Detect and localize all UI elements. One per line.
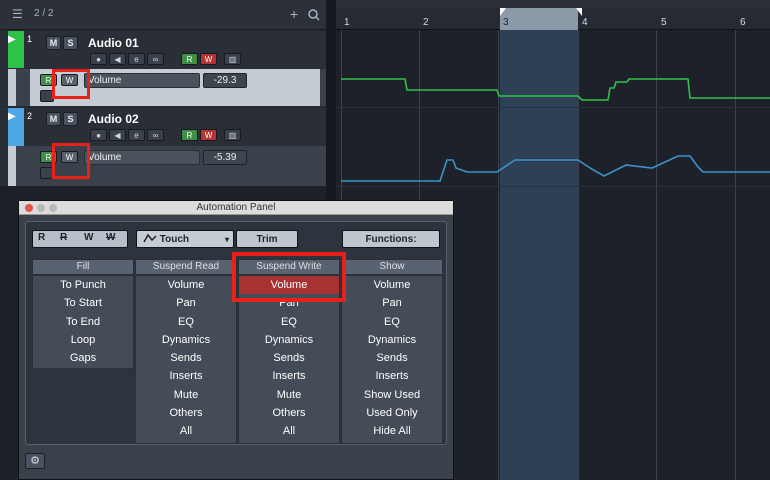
show-pan[interactable]: Pan: [342, 294, 442, 312]
suspend-read-dynamics[interactable]: Dynamics: [136, 331, 236, 349]
write-all-button[interactable]: W: [84, 232, 93, 243]
touch-mode-icon: [143, 233, 157, 243]
suspend-read-column: Suspend Read Volume Pan EQ Dynamics Send…: [135, 259, 237, 444]
suspend-read-pan[interactable]: Pan: [136, 294, 236, 312]
automation-mode-dropdown[interactable]: Touch ▾: [136, 230, 234, 248]
suspend-write-dynamics[interactable]: Dynamics: [239, 331, 339, 349]
fill-to-end[interactable]: To End: [33, 313, 133, 331]
suspend-write-inserts[interactable]: Inserts: [239, 367, 339, 385]
suspend-read-sends[interactable]: Sends: [136, 349, 236, 367]
zoom-window-icon[interactable]: [49, 204, 57, 212]
suspend-write-others[interactable]: Others: [239, 404, 339, 422]
window-title: Automation Panel: [19, 201, 453, 215]
suspend-write-all[interactable]: All: [239, 422, 339, 440]
automation-panel-body: R R W W Touch ▾ Trim Functions: Fill To …: [25, 221, 447, 445]
suspend-read-all[interactable]: All: [136, 422, 236, 440]
show-inserts[interactable]: Inserts: [342, 367, 442, 385]
suspend-read-inserts[interactable]: Inserts: [136, 367, 236, 385]
show-sends[interactable]: Sends: [342, 349, 442, 367]
show-dynamics[interactable]: Dynamics: [342, 331, 442, 349]
write-off-button[interactable]: W: [106, 232, 115, 243]
suspend-read-mute[interactable]: Mute: [136, 386, 236, 404]
show-eq[interactable]: EQ: [342, 313, 442, 331]
automation-curve-track-1: [341, 78, 770, 101]
column-header: Fill: [32, 259, 134, 275]
suspend-read-volume[interactable]: Volume: [136, 276, 236, 294]
close-window-icon[interactable]: [25, 204, 33, 212]
fill-column: Fill To Punch To Start To End Loop Gaps: [32, 259, 134, 369]
automation-curve-track-2: [341, 155, 770, 182]
show-volume[interactable]: Volume: [342, 276, 442, 294]
fill-to-start[interactable]: To Start: [33, 294, 133, 312]
suspend-write-mute[interactable]: Mute: [239, 386, 339, 404]
fill-to-punch[interactable]: To Punch: [33, 276, 133, 294]
read-off-button[interactable]: R: [60, 232, 67, 243]
functions-button[interactable]: Functions:: [342, 230, 440, 248]
automation-panel-window: Automation Panel R R W W Touch ▾ Trim Fu…: [18, 200, 454, 480]
fill-loop[interactable]: Loop: [33, 331, 133, 349]
column-body: To Punch To Start To End Loop Gaps: [32, 275, 134, 369]
show-column: Show Volume Pan EQ Dynamics Sends Insert…: [341, 259, 443, 444]
highlight-box: [232, 252, 346, 302]
column-body: Volume Pan EQ Dynamics Sends Inserts Mut…: [135, 275, 237, 444]
column-header: Show: [341, 259, 443, 275]
chevron-down-icon: ▾: [224, 235, 229, 244]
gear-icon[interactable]: ⚙: [25, 453, 45, 469]
column-header: Suspend Read: [135, 259, 237, 275]
show-used-only[interactable]: Used Only: [342, 404, 442, 422]
show-hide-all[interactable]: Hide All: [342, 422, 442, 440]
read-all-button[interactable]: R: [38, 232, 45, 243]
automation-mode-value: Touch: [159, 234, 190, 245]
fill-gaps[interactable]: Gaps: [33, 349, 133, 367]
suspend-write-eq[interactable]: EQ: [239, 313, 339, 331]
suspend-read-eq[interactable]: EQ: [136, 313, 236, 331]
show-used[interactable]: Show Used: [342, 386, 442, 404]
minimize-window-icon[interactable]: [37, 204, 45, 212]
column-body: Volume Pan EQ Dynamics Sends Inserts Sho…: [341, 275, 443, 444]
suspend-write-sends[interactable]: Sends: [239, 349, 339, 367]
trim-button[interactable]: Trim: [236, 230, 298, 248]
suspend-read-others[interactable]: Others: [136, 404, 236, 422]
